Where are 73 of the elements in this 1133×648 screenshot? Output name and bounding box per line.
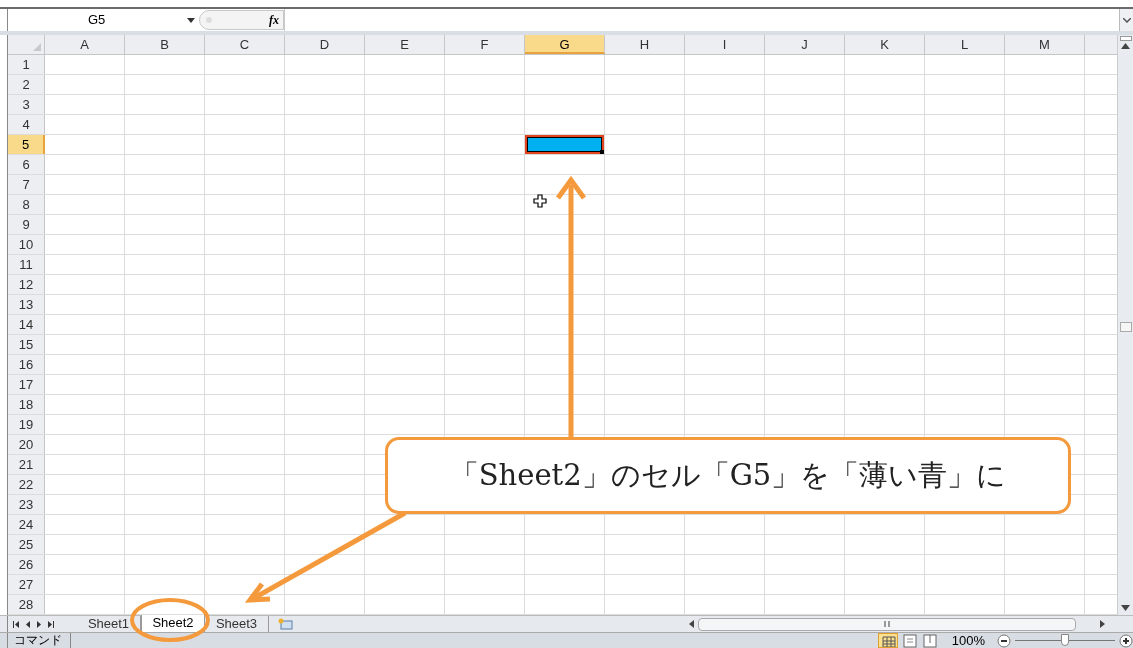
- row-header[interactable]: 27: [8, 575, 45, 594]
- row-header[interactable]: 2: [8, 75, 45, 94]
- column-header[interactable]: B: [125, 35, 205, 54]
- row-header[interactable]: 10: [8, 235, 45, 254]
- column-header[interactable]: I: [685, 35, 765, 54]
- column-header[interactable]: H: [605, 35, 685, 54]
- triangle-icon: [33, 43, 41, 51]
- column-header[interactable]: K: [845, 35, 925, 54]
- column-header[interactable]: G: [525, 35, 605, 54]
- zoom-out-icon[interactable]: [997, 633, 1011, 648]
- column-header[interactable]: A: [45, 35, 125, 54]
- insert-function-button[interactable]: fx: [269, 11, 279, 29]
- zoom-slider-thumb[interactable]: [1061, 634, 1069, 646]
- active-cell[interactable]: [525, 135, 604, 154]
- sheet-tab[interactable]: Sheet2: [141, 615, 205, 632]
- column-header[interactable]: F: [445, 35, 525, 54]
- next-sheet-icon[interactable]: [37, 620, 41, 628]
- split-handle[interactable]: [1119, 36, 1132, 41]
- row-header[interactable]: 5: [8, 135, 45, 154]
- row-header[interactable]: 15: [8, 335, 45, 354]
- scroll-left-icon[interactable]: [689, 620, 694, 628]
- row-header[interactable]: 1: [8, 55, 45, 74]
- zoom-in-icon[interactable]: [1119, 633, 1133, 648]
- page-layout-icon[interactable]: [901, 633, 918, 648]
- scroll-right-icon[interactable]: [1100, 620, 1105, 628]
- row-header[interactable]: 8: [8, 195, 45, 214]
- row-header[interactable]: 3: [8, 95, 45, 114]
- row-header[interactable]: 23: [8, 495, 45, 514]
- row-header[interactable]: 24: [8, 515, 45, 534]
- row-header[interactable]: 14: [8, 315, 45, 334]
- last-sheet-icon[interactable]: [48, 620, 54, 628]
- row-header[interactable]: 7: [8, 175, 45, 194]
- row-header[interactable]: 6: [8, 155, 45, 174]
- row-header[interactable]: 9: [8, 215, 45, 234]
- normal-view-icon[interactable]: [877, 633, 898, 648]
- previous-sheet-icon[interactable]: [26, 620, 30, 628]
- dropdown-arrow-icon[interactable]: [187, 17, 195, 23]
- row-header[interactable]: 12: [8, 275, 45, 294]
- scroll-down-icon[interactable]: [1121, 605, 1130, 611]
- status-mode-text: コマンド: [7, 633, 71, 648]
- column-header[interactable]: J: [765, 35, 845, 54]
- column-header[interactable]: L: [925, 35, 1005, 54]
- vertical-scrollbar[interactable]: [1117, 35, 1133, 615]
- row-header[interactable]: 22: [8, 475, 45, 494]
- row-header[interactable]: 20: [8, 435, 45, 454]
- zoom-slider[interactable]: [1015, 634, 1115, 647]
- expand-formula-bar-button[interactable]: [1119, 9, 1133, 31]
- row-header[interactable]: 19: [8, 415, 45, 434]
- column-header[interactable]: D: [285, 35, 365, 54]
- chevron-down-icon: [1122, 17, 1131, 23]
- fill-handle[interactable]: [600, 150, 604, 154]
- callout-box: 「Sheet2」のセル「G5」を「薄い青」に: [385, 437, 1071, 514]
- column-header[interactable]: E: [365, 35, 445, 54]
- first-sheet-icon[interactable]: [13, 620, 19, 628]
- row-header[interactable]: 17: [8, 375, 45, 394]
- row-header[interactable]: 28: [8, 595, 45, 614]
- scroll-up-icon[interactable]: [1121, 43, 1130, 49]
- scroll-thumb[interactable]: [1119, 322, 1132, 332]
- row-header[interactable]: 21: [8, 455, 45, 474]
- name-box[interactable]: G5: [8, 10, 187, 30]
- row-header[interactable]: 13: [8, 295, 45, 314]
- row-header[interactable]: 4: [8, 115, 45, 134]
- zoom-level-text[interactable]: 100%: [951, 630, 985, 648]
- row-header[interactable]: 18: [8, 395, 45, 414]
- column-header[interactable]: C: [205, 35, 285, 54]
- column-header[interactable]: M: [1005, 35, 1085, 54]
- cursor-icon: [533, 194, 547, 208]
- row-header[interactable]: 26: [8, 555, 45, 574]
- row-header[interactable]: 25: [8, 535, 45, 554]
- page-break-icon[interactable]: [921, 633, 938, 648]
- row-header[interactable]: 16: [8, 355, 45, 374]
- scroll-thumb[interactable]: [698, 617, 1076, 631]
- row-header[interactable]: 11: [8, 255, 45, 274]
